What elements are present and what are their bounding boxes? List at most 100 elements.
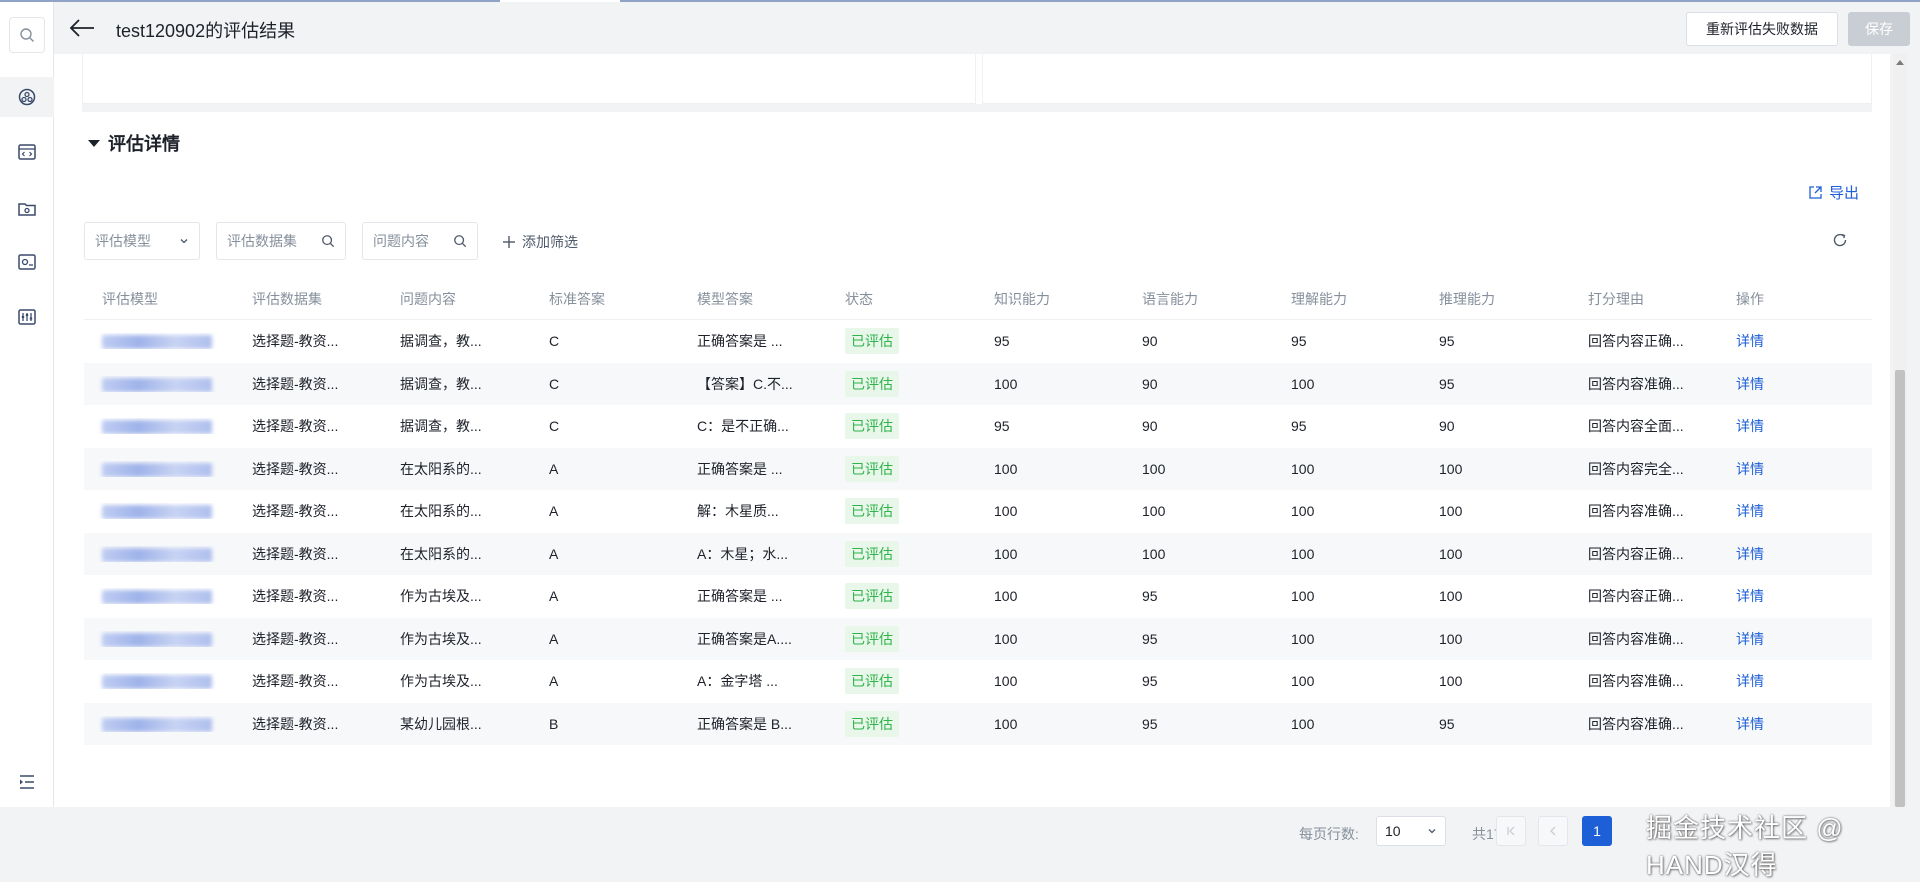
status-badge: 已评估 [845,668,899,695]
cell-knowledge: 95 [994,418,1010,435]
cell-understanding: 100 [1291,588,1315,605]
cell-understanding: 100 [1291,375,1315,392]
cell-standard: C [549,418,560,435]
detail-link[interactable]: 详情 [1736,333,1764,349]
cell-language: 95 [1142,630,1158,647]
page-button-current[interactable]: 1 [1582,816,1612,846]
cell-language: 90 [1142,375,1158,392]
scroll-up-arrow[interactable] [1896,60,1904,65]
detail-link[interactable]: 详情 [1736,588,1764,604]
table-row: 选择题-教资... 作为古埃及... A 正确答案是 ... 已评估 100 95 100 10… [84,575,1872,618]
section-header-eval-details[interactable]: 评估详情 [88,130,180,156]
table-row: 选择题-教资... 作为古埃及... A A：金字塔 ... 已评估 100 95 100 10… [84,660,1872,703]
detail-link[interactable]: 详情 [1736,716,1764,732]
detail-link[interactable]: 详情 [1736,376,1764,392]
detail-link[interactable]: 详情 [1736,461,1764,477]
cell-question: 作为古埃及... [400,630,482,647]
refresh-button[interactable] [1832,232,1848,253]
export-button[interactable]: 导出 [1808,182,1859,203]
nav-code[interactable] [0,132,54,172]
cell-standard: A [549,460,559,477]
question-filter-input[interactable]: 问题内容 [362,222,478,260]
cell-model-redacted [84,418,234,435]
status-badge: 已评估 [845,498,899,525]
cell-standard: C [549,375,560,392]
caret-down-icon [88,139,100,147]
global-search-button[interactable] [9,17,45,53]
cell-language: 95 [1142,588,1158,605]
cell-knowledge: 100 [994,545,1018,562]
cell-model-redacted [84,503,234,520]
detail-link[interactable]: 详情 [1736,546,1764,562]
model-hub-icon [18,88,36,106]
image-data-icon [18,254,36,270]
reevaluate-failed-button[interactable]: 重新评估失败数据 [1686,12,1838,46]
prev-page-button[interactable] [1538,816,1568,846]
first-page-button[interactable] [1496,816,1526,846]
cell-status: 已评估 [827,455,976,482]
cell-status: 已评估 [827,370,976,397]
external-link-icon [1809,186,1822,199]
status-badge: 已评估 [845,328,899,355]
detail-link[interactable]: 详情 [1736,503,1764,519]
cell-dataset: 选择题-教资... [252,418,339,435]
cell-understanding: 100 [1291,715,1315,732]
detail-link[interactable]: 详情 [1736,631,1764,647]
table-header: 评估模型 评估数据集 问题内容 标准答案 模型答案 状态 知识能力 语言能力 理… [84,278,1872,320]
chevron-left-icon [1550,826,1556,836]
page-size-select[interactable]: 10 [1376,816,1446,846]
cell-standard: A [549,588,559,605]
cell-model-redacted [84,673,234,690]
save-button[interactable]: 保存 [1848,12,1910,46]
cell-reasoning: 100 [1439,460,1463,477]
cell-answer: 正确答案是 ... [697,333,783,350]
model-filter-select[interactable]: 评估模型 [84,222,200,260]
cell-reasoning: 100 [1439,503,1463,520]
cell-knowledge: 100 [994,715,1018,732]
cell-question: 据调查，教... [400,333,482,350]
toggle-sidebar-button[interactable] [0,762,54,802]
watermark: 掘金技术社区 @ HAND汉得 [1646,813,1844,880]
cell-dataset: 选择题-教资... [252,375,339,392]
column-header: 理解能力 [1291,290,1347,307]
cell-model-redacted [84,546,234,562]
cell-answer: 正确答案是 B... [697,715,792,732]
cell-language: 95 [1142,673,1158,690]
cell-question: 在太阳系的... [400,545,482,562]
cell-reason: 回答内容准确... [1588,375,1684,392]
dataset-filter-input[interactable]: 评估数据集 [216,222,346,260]
add-filter-label: 添加筛选 [522,234,578,250]
cell-answer: A：木星；水... [697,545,789,562]
detail-link[interactable]: 详情 [1736,418,1764,434]
cell-reason: 回答内容正确... [1588,545,1684,562]
add-filter-button[interactable]: 添加筛选 [502,232,578,252]
cell-knowledge: 100 [994,673,1018,690]
cell-status: 已评估 [827,540,976,567]
cell-answer: 正确答案是 ... [697,460,783,477]
cell-reason: 回答内容准确... [1588,503,1684,520]
cell-language: 100 [1142,545,1166,562]
table-row: 选择题-教资... 据调查，教... C 【答案】C.不... 已评估 100 90 100 9… [84,362,1872,405]
cell-dataset: 选择题-教资... [252,715,339,732]
nav-folder-settings[interactable] [0,189,54,229]
cell-standard: A [549,630,559,647]
cell-status: 已评估 [827,328,976,355]
cell-reason: 回答内容准确... [1588,715,1684,732]
cell-reason: 回答内容全面... [1588,418,1684,435]
cell-reason: 回答内容正确... [1588,588,1684,605]
cell-answer: A：金字塔 ... [697,673,778,690]
scrollbar-thumb[interactable] [1895,370,1905,807]
cell-knowledge: 100 [994,630,1018,647]
column-header: 知识能力 [994,290,1050,307]
cell-status: 已评估 [827,668,976,695]
detail-link[interactable]: 详情 [1736,673,1764,689]
arrow-left-icon [69,19,94,37]
cell-question: 某幼儿园根... [400,715,482,732]
back-button[interactable] [68,16,98,40]
cell-understanding: 100 [1291,460,1315,477]
nav-tuning[interactable] [0,297,54,337]
nav-model-eval[interactable] [0,77,54,117]
redacted-model-name [102,420,212,435]
cell-reasoning: 100 [1439,630,1463,647]
nav-dataset[interactable] [0,242,54,282]
